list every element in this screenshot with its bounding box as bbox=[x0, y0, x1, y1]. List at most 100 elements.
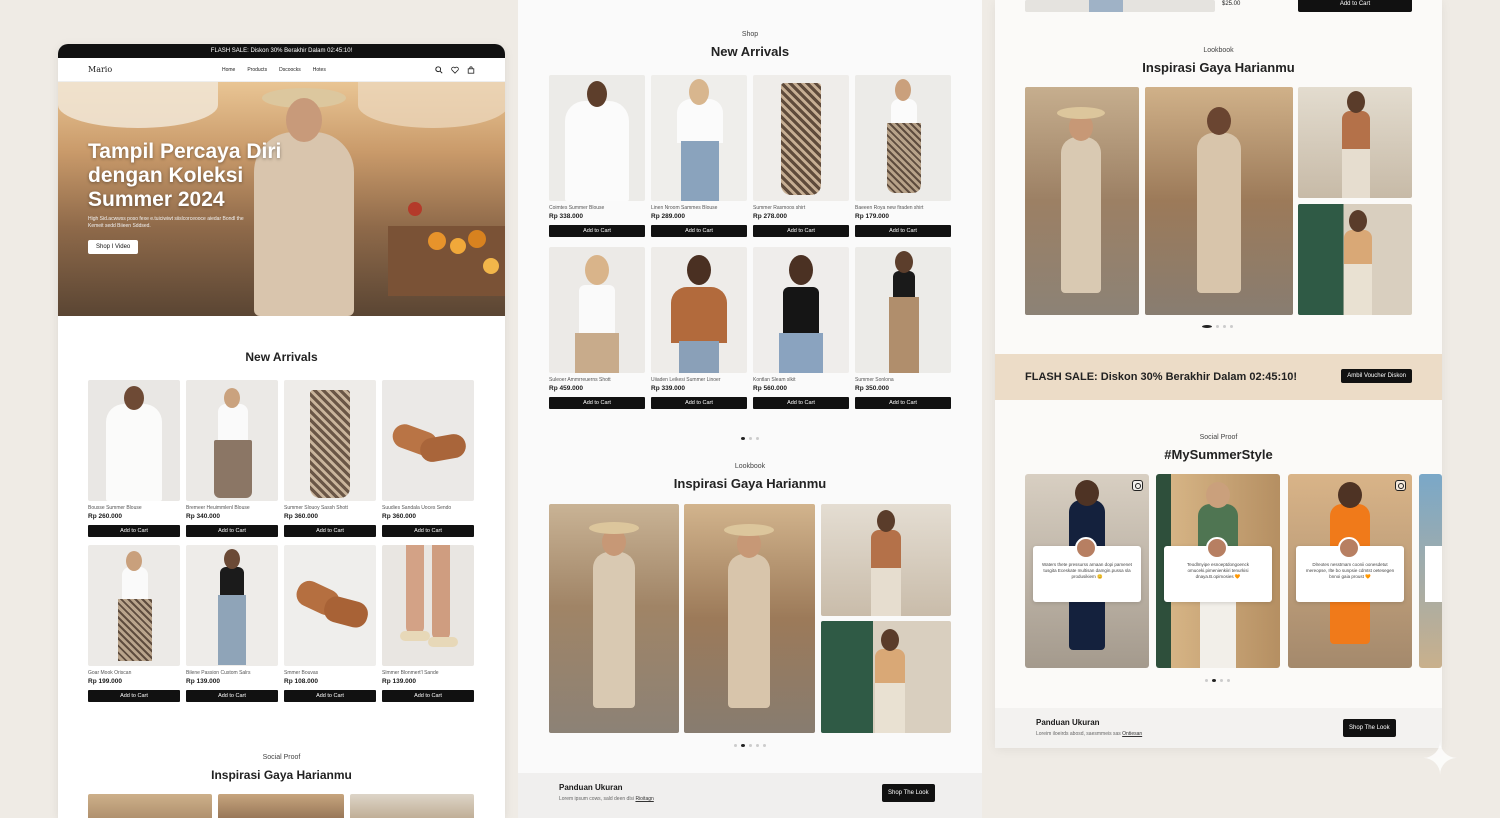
add-to-cart-button[interactable]: Add to Cart bbox=[549, 225, 645, 237]
size-guide-text: Loreim iloeirds abosd, saesmmeis sas Ont… bbox=[1036, 731, 1143, 737]
size-guide-bar: Panduan Ukuran Loreim iloeirds abosd, sa… bbox=[995, 708, 1442, 748]
market-awning bbox=[358, 82, 505, 128]
fruit bbox=[450, 238, 466, 254]
social-proof-kicker: Social Proof bbox=[1199, 434, 1238, 441]
shop-the-look-button[interactable]: Shop The Look bbox=[1343, 719, 1396, 737]
new-arrivals-title: New Arrivals bbox=[710, 44, 790, 59]
carousel-dot[interactable] bbox=[1227, 679, 1230, 682]
nav-item-3[interactable]: Dscoocks bbox=[279, 67, 301, 73]
lookbook-image[interactable] bbox=[1025, 87, 1139, 315]
carousel-dot[interactable] bbox=[763, 744, 766, 747]
hero-title: Tampil Percaya Diri dengan Koleksi Summe… bbox=[88, 140, 282, 211]
product-card[interactable]: Goar Mook Oriscan Rp 199.000 Add to Cart bbox=[88, 545, 180, 702]
add-to-cart-button[interactable]: Add to Cart bbox=[186, 525, 278, 537]
product-card[interactable]: Suudies Sandala Uoces Sendo Rp 360.000 A… bbox=[382, 380, 474, 537]
product-image bbox=[88, 545, 180, 666]
add-to-cart-button[interactable]: Add to Cart bbox=[186, 690, 278, 702]
nav-home[interactable]: Home bbox=[222, 67, 235, 73]
cart-icon[interactable] bbox=[467, 66, 475, 74]
nav-products[interactable]: Products bbox=[247, 67, 267, 73]
lookbook-image[interactable] bbox=[218, 794, 344, 818]
ugc-post[interactable]: Teodlmyipe esnoeptdongoenck omuceki.pime… bbox=[1156, 474, 1280, 668]
add-to-cart-button[interactable]: Add to Cart bbox=[855, 225, 951, 237]
shop-the-look-button[interactable]: Shop The Look bbox=[882, 784, 935, 802]
size-guide-link[interactable]: Ontiesan bbox=[1122, 731, 1142, 737]
carousel-dot[interactable] bbox=[741, 437, 745, 440]
flash-sale-strip: FLASH SALE: Diskon 30% Berakhir Dalam 02… bbox=[995, 354, 1442, 400]
product-card[interactable]: Summer Rasmoos shirt Rp 278.000 Add to C… bbox=[753, 75, 849, 237]
ugc-post[interactable]: Dlreotes nesstmam coonii oonesdetut mere… bbox=[1288, 474, 1412, 668]
product-card[interactable]: Summer Slouoy Sassh Shott Rp 360.000 Add… bbox=[284, 380, 376, 537]
ugc-post[interactable] bbox=[1419, 474, 1442, 668]
add-to-cart-button[interactable]: Add to Cart bbox=[651, 397, 747, 409]
brand-logo[interactable]: Mario bbox=[88, 65, 112, 74]
add-to-cart-button[interactable]: Add to Cart bbox=[855, 397, 951, 409]
carousel-dot[interactable] bbox=[756, 437, 759, 440]
carousel-dot[interactable] bbox=[1220, 679, 1223, 682]
instagram-icon[interactable] bbox=[1395, 480, 1406, 491]
product-card[interactable]: Bremeer Heuimmlenl Blouse Rp 340.000 Add… bbox=[186, 380, 278, 537]
carousel-dot[interactable] bbox=[756, 744, 759, 747]
product-card[interactable]: Suleoer Ammrreuerns Shott Rp 459.000 Add… bbox=[549, 247, 645, 409]
product-card[interactable]: Linen Nroom Sammes Blouse Rp 289.000 Add… bbox=[651, 75, 747, 237]
product-image bbox=[651, 247, 747, 373]
add-to-cart-button[interactable]: Add to Cart bbox=[382, 525, 474, 537]
carousel-dot[interactable] bbox=[1202, 325, 1212, 328]
product-grid: Coimtes Summer Blouse Rp 338.000 Add to … bbox=[549, 75, 951, 409]
carousel-dot[interactable] bbox=[1230, 325, 1233, 328]
add-to-cart-button[interactable]: Add to Cart bbox=[753, 225, 849, 237]
product-card[interactable]: Bilene Passion Custom Salrs Rp 139.000 A… bbox=[186, 545, 278, 702]
carousel-dot[interactable] bbox=[734, 744, 737, 747]
product-card[interactable]: Smmer Bouvas Rp 108.000 Add to Cart bbox=[284, 545, 376, 702]
product-image bbox=[186, 380, 278, 501]
carousel-dot[interactable] bbox=[749, 437, 752, 440]
carousel-dots bbox=[741, 437, 759, 440]
product-card[interactable]: Slmmer Blonmert'l Sande Rp 139.000 Add t… bbox=[382, 545, 474, 702]
product-card[interactable]: Uiiaden Leikesi Summer Linoer Rp 339.000… bbox=[651, 247, 747, 409]
product-card[interactable]: Baeeen Roya new firaden shirt Rp 179.000… bbox=[855, 75, 951, 237]
product-card[interactable]: Bousse Summer Blouse Rp 260.000 Add to C… bbox=[88, 380, 180, 537]
add-to-cart-button[interactable]: Add to Cart bbox=[753, 397, 849, 409]
carousel-dot[interactable] bbox=[1205, 679, 1208, 682]
carousel-dot[interactable] bbox=[1212, 679, 1216, 682]
instagram-icon[interactable] bbox=[1132, 480, 1143, 491]
ugc-post[interactable]: Waters thete pressurss arnaan dopi pamen… bbox=[1025, 474, 1149, 668]
add-to-cart-button[interactable]: Add to Cart bbox=[88, 525, 180, 537]
product-image bbox=[284, 380, 376, 501]
search-icon[interactable] bbox=[435, 66, 443, 74]
product-card[interactable]: Summer Sonlona Rp 350.000 Add to Cart bbox=[855, 247, 951, 409]
nav-item-4[interactable]: Hotes bbox=[313, 67, 326, 73]
carousel-dot[interactable] bbox=[741, 744, 745, 747]
product-card[interactable]: Coimtes Summer Blouse Rp 338.000 Add to … bbox=[549, 75, 645, 237]
carousel-dot[interactable] bbox=[1216, 325, 1219, 328]
fruit bbox=[483, 258, 499, 274]
sparkle-icon: ✦ bbox=[1421, 735, 1459, 784]
lookbook-image[interactable] bbox=[821, 504, 951, 616]
lookbook-image[interactable] bbox=[684, 504, 815, 733]
add-to-cart-button[interactable]: Add to Cart bbox=[382, 690, 474, 702]
size-guide-bar: Panduan Ukuran Lorem ipsum cows, sald de… bbox=[518, 773, 982, 818]
add-to-cart-button[interactable]: Add to Cart bbox=[549, 397, 645, 409]
add-to-cart-button[interactable]: Add to Cart bbox=[1298, 0, 1412, 12]
lookbook-image[interactable] bbox=[88, 794, 212, 818]
shop-video-button[interactable]: Shop I Video bbox=[88, 240, 139, 254]
lookbook-dots bbox=[734, 744, 766, 747]
voucher-button[interactable]: Ambil Voucher Diskon bbox=[1341, 369, 1412, 383]
add-to-cart-button[interactable]: Add to Cart bbox=[284, 690, 376, 702]
lookbook-image[interactable] bbox=[1298, 204, 1412, 315]
lookbook-image[interactable] bbox=[1298, 87, 1412, 198]
lookbook-image[interactable] bbox=[350, 794, 474, 818]
lookbook-image[interactable] bbox=[549, 504, 679, 733]
add-to-cart-button[interactable]: Add to Cart bbox=[651, 225, 747, 237]
product-card[interactable]: Kontlan Sleam slkit Rp 560.000 Add to Ca… bbox=[753, 247, 849, 409]
heart-icon[interactable] bbox=[451, 66, 459, 74]
add-to-cart-button[interactable]: Add to Cart bbox=[284, 525, 376, 537]
size-guide-link[interactable]: Rioitagn bbox=[635, 796, 653, 802]
lookbook-title: Inspirasi Gaya Harianmu bbox=[1142, 60, 1295, 75]
lookbook-image[interactable] bbox=[1145, 87, 1293, 315]
lookbook-image[interactable] bbox=[821, 621, 951, 733]
add-to-cart-button[interactable]: Add to Cart bbox=[88, 690, 180, 702]
carousel-dot[interactable] bbox=[749, 744, 752, 747]
avatar bbox=[1338, 537, 1360, 559]
carousel-dot[interactable] bbox=[1223, 325, 1226, 328]
